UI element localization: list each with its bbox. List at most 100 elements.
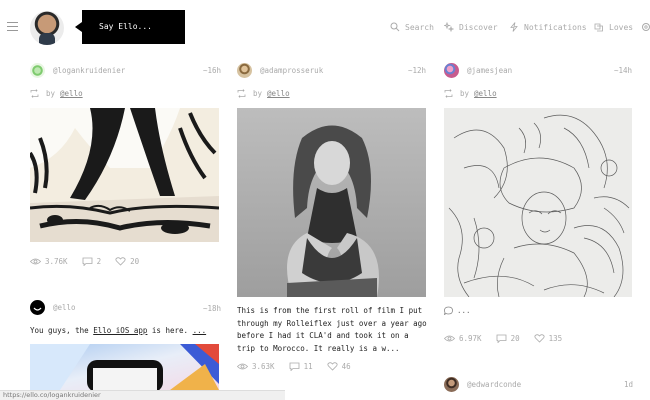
username[interactable]: @jamesjean: [467, 66, 512, 75]
repost-user-link[interactable]: @ello: [474, 89, 497, 98]
timestamp[interactable]: ~12h: [408, 66, 426, 75]
portrait-photo-image: [237, 108, 426, 297]
post-header: @ello: [30, 299, 76, 315]
loves-icon: [594, 23, 603, 32]
ios-app-link[interactable]: Ello iOS app: [93, 326, 147, 335]
loves-stat[interactable]: 20: [115, 257, 139, 266]
repost-icon: [444, 89, 453, 98]
repost-line: by @ello: [444, 89, 497, 98]
views-stat[interactable]: 6.97K: [444, 334, 482, 343]
body-line: before I had it CLA'd and took it on a: [237, 331, 409, 340]
lightning-icon: [510, 22, 518, 32]
username[interactable]: @ello: [53, 303, 76, 312]
loves-stat[interactable]: 135: [534, 334, 563, 343]
post-stats: 6.97K 20 135: [444, 334, 576, 343]
views-stat[interactable]: 3.76K: [30, 257, 68, 266]
header: Say Ello... Search Discover Notification…: [0, 0, 650, 56]
username[interactable]: @edwardconde: [467, 380, 521, 389]
avatar[interactable]: [444, 62, 459, 78]
comments-stat[interactable]: 2: [82, 257, 102, 266]
heart-icon: [327, 362, 338, 371]
post-body: This is from the first roll of film I pu…: [237, 305, 437, 355]
nav-notifications-label: Notifications: [524, 22, 587, 32]
comment-more[interactable]: ...: [444, 306, 471, 315]
avatar[interactable]: [237, 62, 252, 78]
timestamp[interactable]: ~18h: [203, 304, 221, 313]
illustration-tree-image: [30, 108, 219, 242]
read-more-link[interactable]: ...: [193, 326, 207, 335]
comments-count: 20: [510, 334, 520, 343]
repost-user-link[interactable]: @ello: [60, 89, 83, 98]
body-line: trip to Morocco. It really is a w...: [237, 343, 400, 353]
post-image-app-promo[interactable]: [30, 344, 219, 390]
post-image-photo[interactable]: [237, 108, 426, 297]
nav-settings[interactable]: [641, 21, 650, 33]
ello-smile-icon: [33, 307, 42, 311]
loves-stat[interactable]: 46: [327, 362, 351, 371]
heart-icon: [115, 257, 126, 266]
post-stats: 3.63K 11 46: [237, 362, 365, 371]
repost-line: by @ello: [237, 89, 290, 98]
views-count: 3.63K: [252, 362, 275, 371]
body-line: through my Rolleiflex just over a year a…: [237, 318, 427, 328]
eye-icon: [444, 335, 455, 342]
eye-icon: [237, 363, 248, 370]
post-image-drawing[interactable]: [444, 108, 632, 297]
views-count: 3.76K: [45, 257, 68, 266]
loves-count: 135: [548, 334, 563, 343]
views-stat[interactable]: 3.63K: [237, 362, 275, 371]
nav-discover-label: Discover: [459, 22, 498, 32]
nav-loves-label: Loves: [609, 22, 634, 32]
post-header: @jamesjean: [444, 62, 512, 78]
more-dots: ...: [457, 306, 471, 315]
username[interactable]: @adamprosseruk: [260, 66, 323, 75]
body-line: This is from the first roll of film I pu…: [237, 306, 423, 315]
say-ello-button[interactable]: Say Ello...: [75, 10, 185, 44]
username[interactable]: @logankruidenier: [53, 66, 125, 75]
comment-icon: [82, 257, 92, 266]
repost-by-label: by: [253, 89, 263, 98]
search-icon: [390, 22, 400, 32]
user-avatar[interactable]: [30, 11, 64, 45]
timestamp[interactable]: 1d: [624, 380, 633, 389]
loves-count: 46: [341, 362, 351, 371]
nav-search[interactable]: Search: [390, 21, 434, 33]
ello-logo-avatar[interactable]: [30, 299, 45, 315]
post-stats: 3.76K 2 20: [30, 257, 153, 266]
line-drawing-image: [444, 108, 632, 297]
app-promo-image: [30, 344, 219, 390]
comment-icon: [496, 334, 506, 343]
comment-icon: [444, 306, 453, 315]
loves-count: 20: [130, 257, 140, 266]
avatar[interactable]: [444, 376, 459, 392]
comments-stat[interactable]: 20: [496, 334, 520, 343]
eye-icon: [30, 258, 41, 265]
heart-icon: [534, 334, 545, 343]
post-body: You guys, the Ello iOS app is here. ...: [30, 325, 230, 338]
nav-notifications[interactable]: Notifications: [509, 21, 587, 33]
gear-icon: [642, 23, 650, 31]
post-header: @adamprosseruk: [237, 62, 323, 78]
repost-by-label: by: [460, 89, 470, 98]
nav-loves[interactable]: Loves: [594, 21, 633, 33]
menu-icon[interactable]: [7, 22, 18, 31]
nav-discover[interactable]: Discover: [444, 21, 498, 33]
repost-icon: [30, 89, 39, 98]
repost-user-link[interactable]: @ello: [267, 89, 290, 98]
post-image-illustration[interactable]: [30, 108, 219, 242]
post-header: @logankruidenier: [30, 62, 125, 78]
body-suffix: is here.: [151, 326, 189, 335]
comments-count: 2: [96, 257, 102, 266]
repost-by-label: by: [46, 89, 56, 98]
body-prefix: You guys, the: [30, 326, 89, 335]
nav-search-label: Search: [405, 22, 434, 32]
comments-stat[interactable]: 11: [289, 362, 313, 371]
timestamp[interactable]: ~14h: [614, 66, 632, 75]
comments-count: 11: [303, 362, 313, 371]
avatar[interactable]: [30, 62, 45, 78]
repost-line: by @ello: [30, 89, 83, 98]
status-bar-url: https://ello.co/logankruidenier: [0, 390, 285, 400]
repost-icon: [237, 89, 246, 98]
discover-icon: [444, 22, 454, 32]
timestamp[interactable]: ~16h: [203, 66, 221, 75]
